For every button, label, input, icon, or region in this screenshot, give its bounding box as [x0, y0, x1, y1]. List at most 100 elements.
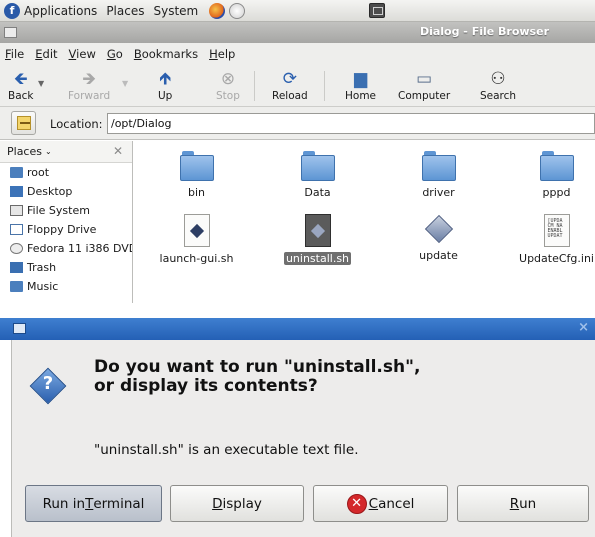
trash-icon [10, 262, 23, 273]
menu-bookmarks[interactable]: Bookmarks [134, 47, 198, 61]
button-label-end: un [519, 495, 537, 512]
file-browser-title: Dialog - File Browser [419, 25, 549, 38]
script-file-icon [183, 214, 210, 247]
reload-button[interactable]: ⟳ Reload [272, 68, 308, 102]
sidebar-item-label: root [27, 166, 50, 179]
home-label: Home [345, 90, 377, 102]
fedora-logo-icon[interactable]: f [4, 2, 20, 19]
dialog-window-icon[interactable] [13, 323, 26, 334]
stop-button[interactable]: ⊗ Stop [216, 68, 240, 102]
window-menu-icon[interactable] [4, 27, 17, 38]
file-item-bin[interactable]: bin [149, 151, 244, 199]
button-label-end: erminal [93, 495, 145, 512]
cancel-icon: ✕ [346, 493, 367, 514]
drive-icon [10, 205, 23, 216]
dialog-message: "uninstall.sh" is an executable text fil… [94, 442, 359, 458]
file-item-launch-gui[interactable]: launch-gui.sh [149, 214, 244, 265]
sidebar-item-label: Desktop [27, 185, 73, 198]
display-button[interactable]: Display [170, 485, 304, 522]
search-button[interactable]: ⚇ Search [480, 68, 516, 102]
places-sidebar: Places ⌄ ✕ root Desktop File System Flop… [0, 141, 133, 303]
optical-disc-icon [10, 243, 23, 254]
menu-help[interactable]: Help [209, 47, 235, 61]
location-label: Location: [50, 117, 103, 131]
sidebar-item-root[interactable]: root [0, 163, 132, 182]
sidebar-item-floppy-drive[interactable]: Floppy Drive [0, 220, 132, 239]
button-label-start: Run in [42, 495, 86, 512]
sidebar-item-trash[interactable]: Trash [0, 258, 132, 277]
back-history-dropdown-icon[interactable]: ▼ [38, 79, 44, 88]
home-button[interactable]: ▆ Home [345, 68, 376, 102]
button-label-end: ancel [378, 495, 415, 512]
menu-edit[interactable]: Edit [35, 47, 57, 61]
dialog-titlebar[interactable]: × [0, 318, 595, 340]
run-button[interactable]: Run [457, 485, 589, 522]
file-name-selected: uninstall.sh [283, 252, 352, 265]
sidebar-item-label: Fedora 11 i386 DVD [27, 242, 133, 255]
top-panel: f Applications Places System [0, 0, 595, 22]
menu-file[interactable]: File [5, 47, 24, 61]
places-menu[interactable]: Places [106, 4, 144, 18]
file-item-uninstall[interactable]: uninstall.sh [270, 214, 365, 265]
folder-icon [179, 151, 214, 181]
file-name: update [419, 249, 458, 262]
computer-icon: ▭ [416, 69, 433, 89]
run-in-terminal-button[interactable]: Run in Terminal [25, 485, 162, 522]
firefox-launcher-icon[interactable] [209, 2, 226, 19]
menubar: File Edit View Go Bookmarks Help [0, 43, 595, 65]
sidebar-item-file-system[interactable]: File System [0, 201, 132, 220]
button-label-end: isplay [222, 495, 262, 512]
dialog-heading: Do you want to run "uninstall.sh", or di… [94, 357, 421, 396]
up-label: Up [158, 90, 173, 102]
file-icon-view: bin Data driver pppd launch-gui.sh unins… [134, 141, 595, 303]
mail-launcher-icon[interactable] [229, 2, 246, 19]
dialog-close-icon[interactable]: × [578, 320, 589, 335]
computer-button[interactable]: ▭ Computer [398, 68, 450, 102]
file-name: launch-gui.sh [159, 252, 234, 265]
location-input[interactable] [107, 113, 595, 134]
system-menu[interactable]: System [153, 4, 198, 18]
sidebar-header[interactable]: Places ⌄ ✕ [0, 141, 132, 163]
up-button[interactable]: 🡹 Up [158, 68, 172, 102]
folder-icon [421, 151, 456, 181]
cancel-button[interactable]: ✕ Cancel [313, 485, 448, 522]
executable-icon [424, 214, 454, 244]
file-item-updatecfg[interactable]: [UPDA CM_NA ENABL UPDAT UpdateCfg.ini [509, 214, 595, 265]
window-list-applet-icon[interactable] [369, 3, 385, 18]
file-item-pppd[interactable]: pppd [509, 151, 595, 199]
sidebar-item-label: Trash [27, 261, 57, 274]
file-browser-titlebar[interactable]: Dialog - File Browser [0, 22, 595, 43]
binoculars-icon: ⚇ [490, 69, 506, 89]
up-arrow-icon: 🡹 [159, 69, 172, 89]
back-button[interactable]: 🡸 Back [8, 68, 34, 102]
home-folder-icon: ▆ [353, 69, 368, 89]
script-file-icon [304, 214, 331, 247]
music-folder-icon [10, 281, 23, 292]
forward-arrow-icon: 🡺 [82, 69, 97, 89]
forward-button[interactable]: 🡺 Forward [68, 68, 110, 102]
stop-icon: ⊗ [220, 69, 236, 89]
sidebar-item-fedora-dvd[interactable]: Fedora 11 i386 DVD [0, 239, 132, 258]
menu-view[interactable]: View [69, 47, 96, 61]
file-name: UpdateCfg.ini [519, 252, 594, 265]
reload-label: Reload [272, 90, 308, 102]
toggle-location-button[interactable] [11, 111, 36, 135]
folder-icon [300, 151, 335, 181]
sidebar-item-music[interactable]: Music [0, 277, 132, 296]
home-folder-icon [10, 167, 23, 178]
edit-pencil-icon [16, 116, 31, 130]
floppy-icon [10, 224, 23, 235]
applications-menu[interactable]: Applications [24, 4, 97, 18]
sidebar-item-label: File System [27, 204, 90, 217]
file-name: Data [304, 186, 331, 199]
close-sidebar-icon[interactable]: ✕ [113, 144, 123, 158]
file-item-data[interactable]: Data [270, 151, 365, 199]
chevron-down-icon: ⌄ [44, 147, 52, 156]
computer-label: Computer [398, 90, 451, 102]
file-item-driver[interactable]: driver [391, 151, 486, 199]
menu-go[interactable]: Go [107, 47, 123, 61]
file-item-update[interactable]: update [391, 214, 486, 262]
forward-history-dropdown-icon[interactable]: ▼ [122, 79, 128, 88]
sidebar-item-desktop[interactable]: Desktop [0, 182, 132, 201]
button-mnemonic: D [212, 495, 223, 512]
